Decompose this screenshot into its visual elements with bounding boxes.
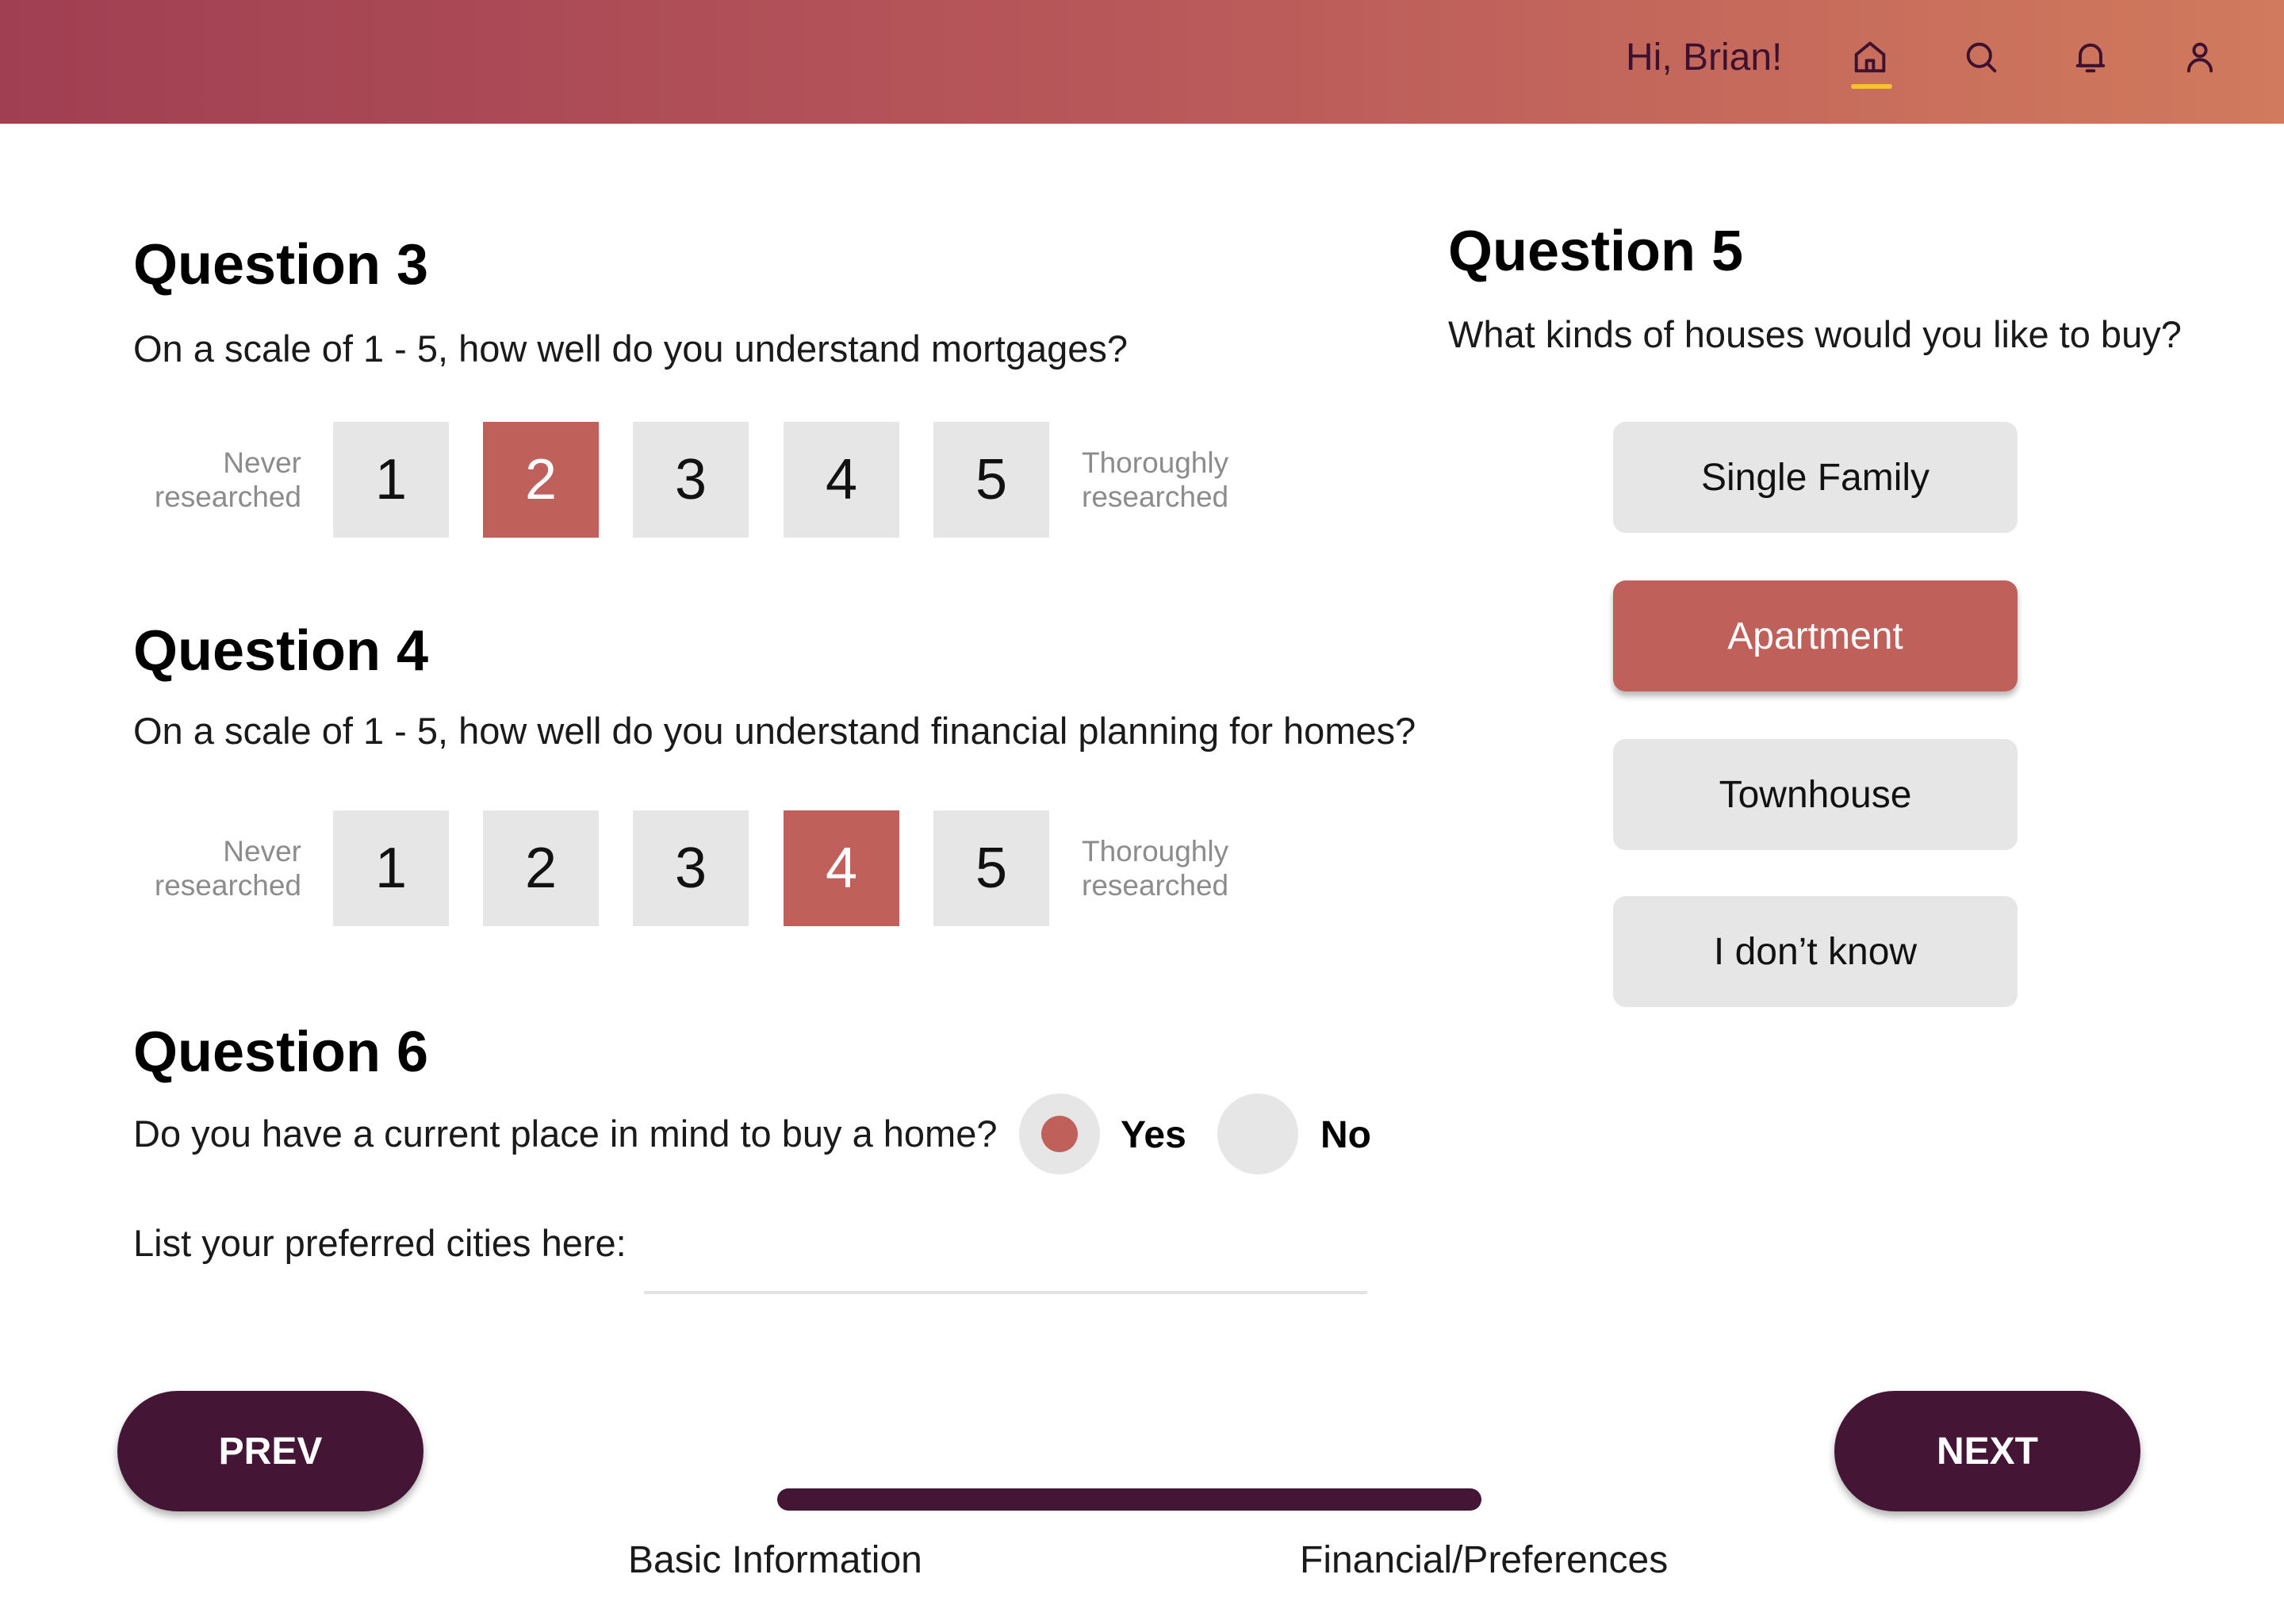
scale-option-5[interactable]: 5 bbox=[933, 810, 1049, 926]
scale-option-3[interactable]: 3 bbox=[633, 422, 749, 538]
radio-selected-dot bbox=[1041, 1116, 1078, 1152]
scale-max-label: Thoroughly researched bbox=[1082, 835, 1229, 902]
search-icon[interactable] bbox=[1959, 35, 2003, 79]
preferred-cities-input[interactable] bbox=[644, 1253, 1367, 1294]
question-3-text: On a scale of 1 - 5, how well do you und… bbox=[133, 327, 1129, 370]
step-basic-information: Basic Information bbox=[628, 1539, 922, 1581]
scale-option-4[interactable]: 4 bbox=[784, 422, 899, 538]
no-radio[interactable] bbox=[1217, 1094, 1298, 1174]
scale-option-4[interactable]: 4 bbox=[784, 810, 899, 926]
home-icon[interactable] bbox=[1848, 35, 1892, 79]
scale-max-label: Thoroughly researched bbox=[1082, 446, 1229, 513]
scale-option-1[interactable]: 1 bbox=[333, 810, 449, 926]
scale-option-2[interactable]: 2 bbox=[483, 422, 599, 538]
active-nav-indicator bbox=[1851, 84, 1892, 89]
question-5-text: What kinds of houses would you like to b… bbox=[1448, 313, 2182, 355]
yes-radio[interactable] bbox=[1019, 1094, 1100, 1174]
scale-option-2[interactable]: 2 bbox=[483, 810, 599, 926]
cities-label: List your preferred cities here: bbox=[133, 1222, 627, 1264]
progress-bar bbox=[777, 1488, 1481, 1511]
yes-label: Yes bbox=[1121, 1114, 1186, 1156]
user-greeting: Hi, Brian! bbox=[1626, 36, 1783, 79]
question-4-title: Question 4 bbox=[133, 619, 429, 683]
house-type-townhouse-button[interactable]: Townhouse bbox=[1613, 739, 2018, 850]
top-navigation-bar: Hi, Brian! bbox=[0, 0, 2284, 124]
scale-min-label: Never researched bbox=[154, 446, 301, 513]
house-type-unknown-button[interactable]: I don’t know bbox=[1613, 896, 2018, 1007]
bell-icon[interactable] bbox=[2068, 35, 2113, 79]
prev-button[interactable]: PREV bbox=[117, 1391, 423, 1511]
house-type-single-family-button[interactable]: Single Family bbox=[1613, 422, 2018, 533]
scale-option-1[interactable]: 1 bbox=[333, 422, 449, 538]
step-financial-preferences: Financial/Preferences bbox=[1300, 1539, 1669, 1581]
question-3-title: Question 3 bbox=[133, 233, 429, 297]
scale-option-3[interactable]: 3 bbox=[633, 810, 749, 926]
scale-option-5[interactable]: 5 bbox=[933, 422, 1049, 538]
question-6-title: Question 6 bbox=[133, 1021, 429, 1084]
house-type-apartment-button[interactable]: Apartment bbox=[1613, 580, 2018, 691]
next-button[interactable]: NEXT bbox=[1834, 1391, 2140, 1511]
question-4-text: On a scale of 1 - 5, how well do you und… bbox=[133, 710, 1416, 752]
question-6-text: Do you have a current place in mind to b… bbox=[133, 1113, 998, 1155]
user-icon[interactable] bbox=[2178, 35, 2222, 79]
question-5-title: Question 5 bbox=[1448, 220, 1744, 283]
scale-min-label: Never researched bbox=[154, 835, 301, 902]
no-label: No bbox=[1320, 1114, 1371, 1156]
